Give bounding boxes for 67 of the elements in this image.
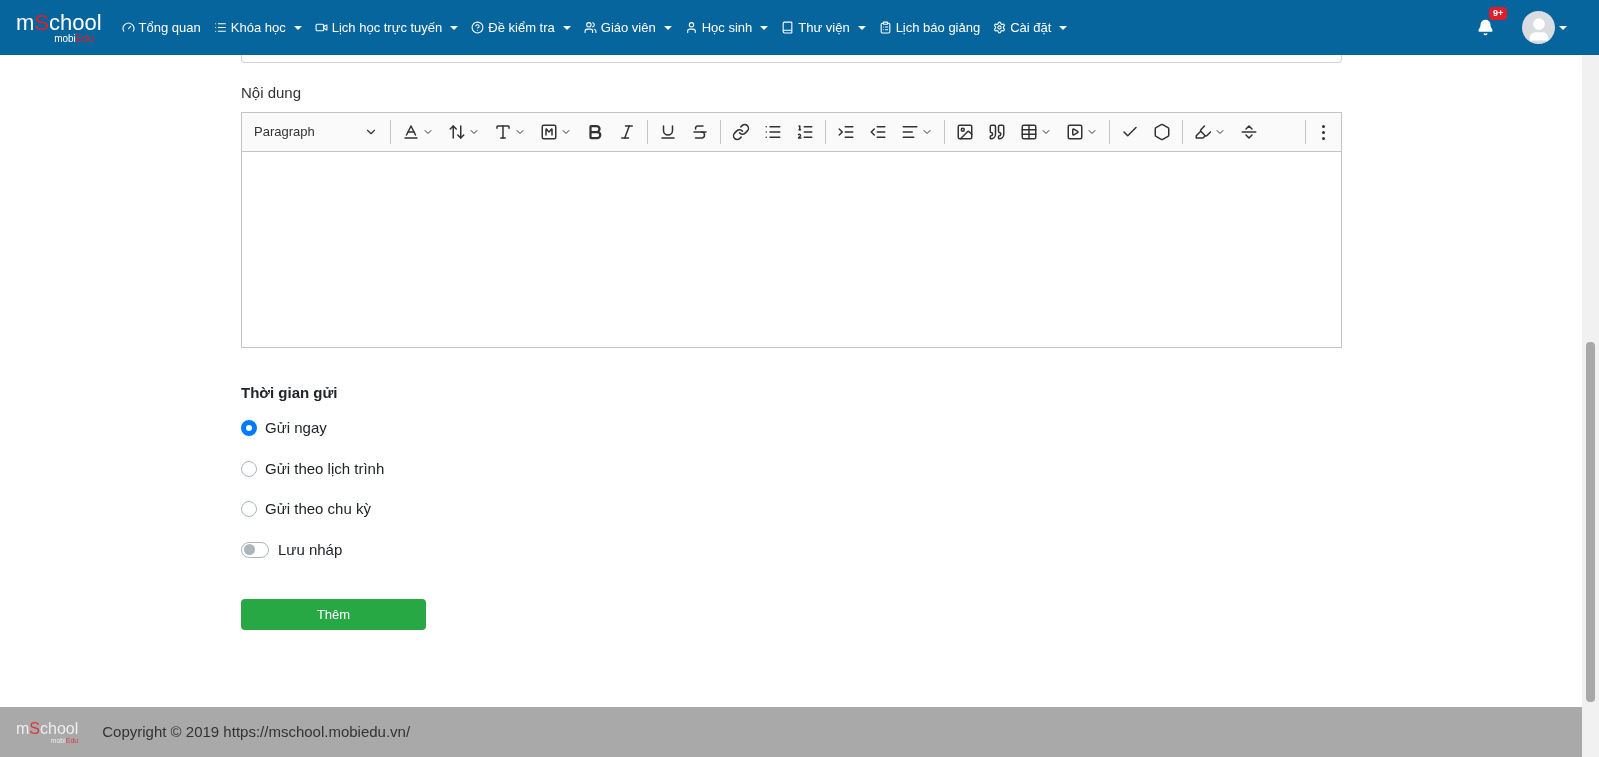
- list-icon: [213, 21, 227, 34]
- nav-link[interactable]: Lịch báo giảng: [878, 17, 981, 38]
- submit-button[interactable]: Thêm: [241, 599, 426, 630]
- caret-icon: [1559, 25, 1567, 30]
- more-vertical-icon: [1322, 124, 1325, 140]
- notification-button[interactable]: [1477, 19, 1494, 36]
- bold-icon: [586, 123, 604, 141]
- image-icon: [956, 123, 974, 141]
- field-label: Nội dung: [241, 83, 302, 103]
- copyright-text: Copyright © 2019 https://mschool.mobiedu.vn/: [102, 721, 411, 742]
- indent-icon: [837, 123, 855, 141]
- avatar-icon: [1522, 11, 1555, 44]
- nav-link[interactable]: Khóa học: [213, 17, 302, 38]
- font-color-icon: [402, 123, 420, 141]
- highlight-icon: [1194, 123, 1212, 141]
- font-family-icon: [494, 123, 512, 141]
- clipboard-icon: [878, 21, 892, 34]
- video-camera-icon: [314, 21, 328, 34]
- link-icon: [732, 123, 750, 141]
- radio-button[interactable]: [241, 501, 257, 518]
- bullets-icon: [764, 123, 782, 141]
- media-icon: [1066, 123, 1084, 141]
- nav-link[interactable]: Lịch học trực tuyến: [314, 17, 459, 38]
- underline-icon: [659, 123, 677, 141]
- caret-icon: [1059, 25, 1068, 30]
- radio-button[interactable]: [241, 460, 257, 477]
- caret-icon: [663, 25, 672, 30]
- caret-icon: [857, 25, 866, 30]
- nav-link[interactable]: Giáo viên: [583, 17, 672, 38]
- caret-icon: [562, 25, 571, 30]
- book-icon: [781, 21, 795, 34]
- gauge-icon: [121, 21, 135, 34]
- user-icon: [684, 21, 698, 34]
- text-area-field[interactable]: [241, 55, 1342, 63]
- nav-link[interactable]: Thư viện: [781, 17, 866, 38]
- nav-link[interactable]: Học sinh: [684, 17, 769, 38]
- settings-icon: [993, 21, 1007, 34]
- logo[interactable]: mSchool mobiEdu: [16, 11, 102, 44]
- quote-icon: [988, 123, 1006, 141]
- notification-badge: 9+: [1489, 7, 1508, 20]
- user-menu-button[interactable]: [1522, 11, 1567, 44]
- paragraph-select[interactable]: Paragraph: [250, 122, 386, 142]
- radio-option[interactable]: Gửi theo chu kỳ: [241, 498, 371, 521]
- radio-option[interactable]: Gửi theo lịch trình: [241, 457, 385, 480]
- toggle-switch[interactable]: [241, 541, 269, 558]
- users-icon: [583, 21, 597, 34]
- help-icon: [471, 21, 485, 34]
- strike-icon: [691, 123, 709, 141]
- nav-link[interactable]: Đề kiểm tra: [471, 17, 571, 38]
- caret-icon: [293, 25, 302, 30]
- radio-button[interactable]: [241, 420, 257, 437]
- scrollbar[interactable]: [1582, 55, 1599, 757]
- outdent-icon: [869, 123, 887, 141]
- italic-icon: [618, 123, 636, 141]
- caret-icon: [760, 25, 769, 30]
- rich-text-editor[interactable]: Paragraph: [241, 112, 1342, 348]
- nav-link[interactable]: Cài đặt: [993, 17, 1068, 38]
- caret-icon: [450, 25, 459, 30]
- section-heading: Thời gian gửi: [241, 383, 338, 403]
- radio-option[interactable]: Gửi ngay: [241, 417, 327, 440]
- table-icon: [1020, 123, 1038, 141]
- bell-icon: [1477, 19, 1494, 36]
- numbers-icon: [796, 123, 814, 141]
- nav-link[interactable]: Tổng quan: [121, 17, 201, 38]
- align-icon: [901, 123, 919, 141]
- toggle-option[interactable]: Lưu nháp: [241, 538, 343, 561]
- pagebreak-icon: [1240, 123, 1258, 141]
